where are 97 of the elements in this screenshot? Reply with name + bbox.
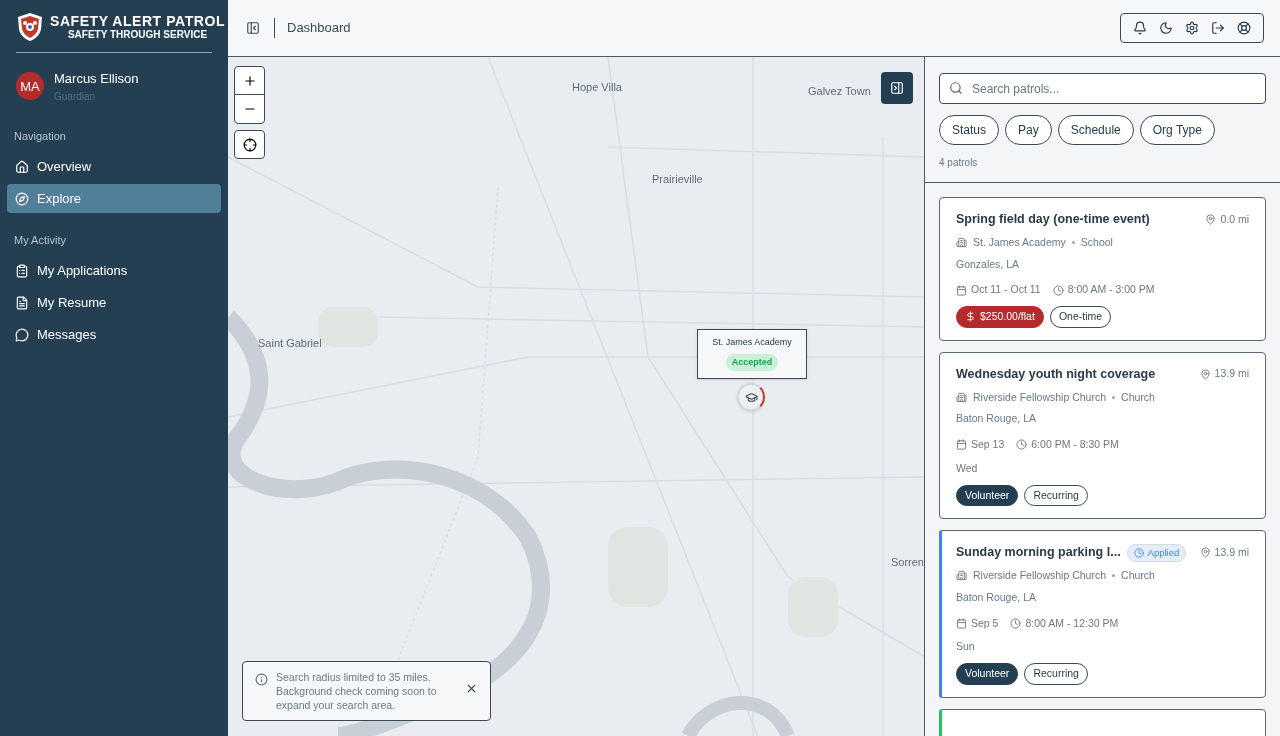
tag: Volunteer [956, 663, 1019, 685]
distance: 13.9 mi [1199, 544, 1249, 561]
nav-section-heading: Navigation [13, 128, 67, 144]
patrol-time: 8:00 AM - 3:00 PM [1052, 282, 1155, 298]
patrol-date: Sep 13 [956, 437, 1005, 453]
patrol-card[interactable]: Sunday morning parking l... Applied 13.9 mi Riverside Fellowship Church Church Baton Rouge, LA Sep 5 8:00 AM - 12:30 PM Sun Volunteer Recurring [939, 530, 1266, 698]
search-field[interactable]: Search patrols... [939, 73, 1266, 104]
building-icon [956, 570, 967, 582]
tag: Recurring [1024, 484, 1088, 507]
distance: 13.9 mi [1199, 366, 1249, 382]
chat-bubble-icon [15, 328, 29, 342]
breadcrumb: Dashboard [287, 19, 351, 38]
distance: 0.0 mi [1205, 211, 1249, 228]
plus-icon [242, 73, 257, 88]
avatar: MA [16, 72, 44, 101]
map-place-label: Prairieville [652, 172, 703, 187]
filter-chip[interactable]: Schedule [1057, 115, 1134, 145]
map-place-label: Galvez Town [808, 84, 871, 99]
patrol-date: Oct 11 - Oct 11 [956, 282, 1041, 298]
calendar-icon [956, 439, 967, 451]
org-name: Riverside Fellowship Church [973, 568, 1107, 583]
org-type: Church [1121, 389, 1155, 405]
tag: Recurring [1024, 663, 1088, 685]
patrol-days: Wed [956, 460, 1249, 477]
map-pin-icon [1205, 213, 1217, 225]
patrol-card[interactable]: Wednesday youth night coverage 13.9 mi Riverside Fellowship Church Church Baton Rouge, LA Sep 13 6:00 PM - 8:30 PM Wed Volunteer Recurring [939, 351, 1266, 520]
moon-icon [1159, 21, 1173, 35]
compass-icon [15, 191, 29, 206]
info-icon [255, 673, 268, 686]
patrol-title: Sunday morning parking l... [956, 544, 1121, 562]
nav-section-heading: My Activity [13, 233, 67, 248]
shield-logo-icon [16, 12, 44, 42]
nav-item[interactable]: My Applications [7, 256, 221, 286]
bell-icon [1133, 21, 1147, 35]
tag: Volunteer [956, 484, 1019, 507]
clock-icon [1016, 439, 1028, 451]
filter-chip[interactable]: Pay [1005, 115, 1052, 145]
map-pin-icon [1199, 368, 1211, 380]
patrol-location: Baton Rouge, LA [956, 589, 1037, 605]
patrol-card[interactable]: Spring field day (one-time event) 0.0 mi St. James Academy School Gonzales, LA Oct 11 - Oct 11 8:00 AM - 3:00 PM $250.00/flat One-time [939, 197, 1266, 341]
locate-button[interactable] [234, 130, 265, 159]
house-icon [15, 159, 29, 174]
patrol-count: 4 patrols [939, 156, 979, 170]
clock-icon [1010, 617, 1022, 629]
org-name: St. James Academy [973, 234, 1066, 250]
brand-tagline: SAFETY THROUGH SERVICE [67, 30, 208, 40]
patrol-days: Sun [956, 639, 1249, 655]
graduation-cap-icon [744, 390, 758, 404]
dollar-icon [965, 311, 976, 323]
org-type: School [1080, 234, 1113, 250]
calendar-icon [956, 617, 967, 629]
map-pin-icon [1199, 547, 1211, 559]
org-name: Riverside Fellowship Church [973, 389, 1107, 405]
nav-item[interactable]: My Resume [7, 288, 221, 318]
map-place-label: Sorren [890, 555, 924, 570]
patrol-card[interactable] [939, 708, 1266, 736]
status-badge: Applied [1126, 543, 1187, 562]
logout-icon [1211, 21, 1225, 35]
map-place-label: Hope Villa [572, 80, 622, 95]
search-icon [949, 81, 963, 95]
clipboard-icon [15, 264, 29, 278]
map-place-label: Saint Gabriel [258, 336, 322, 351]
tag: One-time [1049, 306, 1112, 328]
pay-tag: $250.00/flat [956, 306, 1044, 328]
document-icon [15, 296, 29, 310]
filter-chip[interactable]: Org Type [1139, 115, 1215, 145]
patrol-title: Wednesday youth night coverage [956, 365, 1156, 383]
user-name: Marcus Ellison [54, 70, 139, 88]
patrol-location: Baton Rouge, LA [956, 411, 1037, 427]
brand-title: SAFETY ALERT PATROL [50, 14, 225, 28]
patrol-time: 6:00 PM - 8:30 PM [1016, 437, 1119, 453]
filter-chip[interactable]: Status [939, 115, 1000, 145]
clock-icon [1052, 284, 1064, 296]
toggle-panel-button[interactable] [881, 72, 913, 104]
panel-right-icon [890, 81, 904, 95]
building-icon [956, 391, 967, 403]
patrol-location: Gonzales, LA [956, 256, 1021, 272]
org-type: Church [1121, 568, 1155, 583]
nav-item[interactable]: Overview [7, 152, 221, 181]
collapse-sidebar-button[interactable] [244, 19, 262, 37]
close-icon [465, 682, 478, 695]
popup-title: St. James Academy [712, 336, 792, 349]
lifebuoy-icon [1237, 21, 1251, 35]
crosshair-icon [242, 137, 257, 152]
patrol-date: Sep 5 [956, 615, 999, 632]
clock-icon [1133, 547, 1144, 558]
nav-item[interactable]: Messages [7, 320, 221, 350]
status-badge: Accepted [725, 353, 779, 371]
settings-icon [1185, 21, 1199, 35]
calendar-icon [956, 284, 967, 296]
close-button[interactable] [465, 682, 478, 695]
patrol-title: Spring field day (one-time event) [956, 211, 1150, 228]
patrol-time: 8:00 AM - 12:30 PM [1010, 615, 1119, 632]
building-icon [956, 237, 967, 249]
notice-text: Search radius limited to 35 miles. Background check coming soon to expand your search area. [276, 670, 438, 712]
panel-left-icon [246, 21, 260, 35]
nav-item[interactable]: Explore [7, 184, 221, 213]
